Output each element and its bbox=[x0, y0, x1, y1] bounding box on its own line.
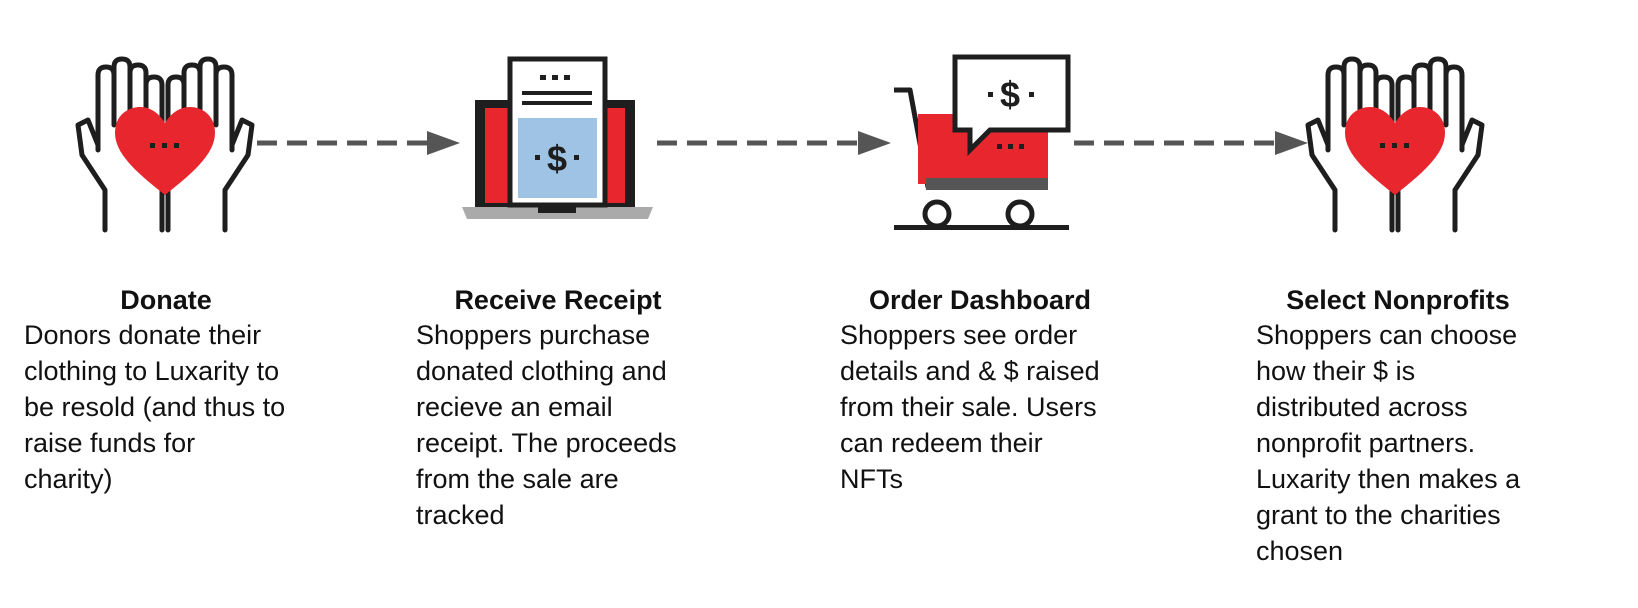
laptop-receipt-icon: $ bbox=[462, 56, 653, 219]
step-title: Donate bbox=[120, 285, 212, 315]
step-order-dashboard: Order Dashboard Shoppers see order detai… bbox=[840, 283, 1140, 497]
step-receive-receipt: Receive Receipt Shoppers purchase donate… bbox=[416, 283, 716, 533]
step-title: Select Nonprofits bbox=[1286, 285, 1510, 315]
flow-arrow bbox=[257, 131, 460, 155]
hands-heart-icon bbox=[75, 56, 255, 233]
step-description: Shoppers can choose how their $ is distr… bbox=[1256, 320, 1521, 566]
hands-heart-icon bbox=[1305, 56, 1485, 233]
shopping-cart-dollar-icon: $ bbox=[894, 54, 1071, 230]
step-description: Shoppers purchase donated clothing and r… bbox=[416, 320, 677, 530]
step-description: Shoppers see order details and & $ raise… bbox=[840, 320, 1100, 494]
svg-text:$: $ bbox=[547, 138, 567, 179]
step-title: Order Dashboard bbox=[868, 285, 1092, 315]
step-select-nonprofits: Select Nonprofits Shoppers can choose ho… bbox=[1256, 283, 1556, 569]
svg-text:$: $ bbox=[1000, 74, 1020, 115]
flow-arrow bbox=[1074, 131, 1308, 155]
step-description: Donors donate their clothing to Luxarity… bbox=[24, 320, 286, 494]
step-title: Receive Receipt bbox=[454, 285, 662, 315]
step-donate: Donate Donors donate their clothing to L… bbox=[24, 283, 324, 497]
flow-arrow bbox=[657, 131, 891, 155]
